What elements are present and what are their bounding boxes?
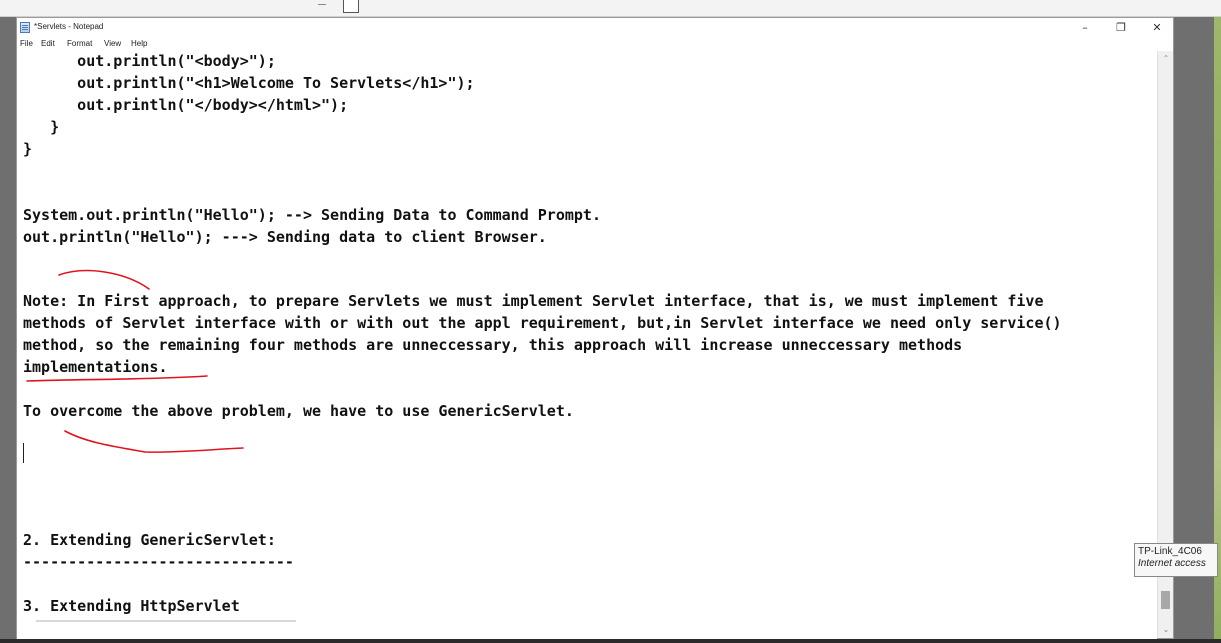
background-dash — [318, 4, 326, 5]
taskbar-highlight — [36, 620, 296, 622]
background-app-strip — [0, 0, 1221, 17]
annotation-stroke — [58, 269, 150, 290]
window-title: *Servlets - Notepad — [34, 22, 104, 31]
editor-line: 2. Extending GenericServlet: — [23, 531, 276, 549]
text-caret — [23, 443, 24, 463]
taskbar-edge — [0, 639, 1221, 643]
close-button[interactable]: ✕ — [1139, 18, 1175, 38]
editor-line: out.println("Hello"); ---> Sending data … — [23, 228, 547, 246]
network-status: Internet access — [1138, 558, 1206, 569]
text-editor[interactable]: out.println("<body>"); out.println("<h1>… — [17, 51, 1157, 640]
editor-line: } — [23, 118, 60, 136]
menu-help[interactable]: Help — [131, 39, 147, 48]
title-bar[interactable]: *Servlets - Notepad – ❐ ✕ — [17, 18, 1173, 38]
editor-line: To overcome the above problem, we have t… — [23, 402, 574, 420]
scroll-thumb[interactable] — [1161, 591, 1170, 609]
network-name: TP-Link_4C06 — [1138, 546, 1202, 557]
editor-line: implementations. — [23, 358, 168, 376]
notepad-icon[interactable] — [20, 22, 30, 33]
editor-line: System.out.println("Hello"); --> Sending… — [23, 206, 601, 224]
menu-edit[interactable]: Edit — [41, 39, 55, 48]
notepad-window: *Servlets - Notepad – ❐ ✕ File Edit Form… — [16, 17, 1174, 640]
menu-format[interactable]: Format — [67, 39, 92, 48]
menu-bar: File Edit Format View Help — [17, 38, 1173, 51]
menu-view[interactable]: View — [104, 39, 121, 48]
editor-line: method, so the remaining four methods ar… — [23, 336, 963, 354]
maximize-button[interactable]: ❐ — [1103, 18, 1139, 38]
menu-file[interactable]: File — [20, 39, 33, 48]
network-tooltip: TP-Link_4C06 Internet access — [1134, 543, 1218, 577]
editor-line: Note: In First approach, to prepare Serv… — [23, 292, 1044, 310]
minimize-button[interactable]: – — [1067, 18, 1103, 38]
scroll-down-arrow-icon[interactable]: ⌄ — [1158, 622, 1174, 638]
scroll-up-arrow-icon[interactable]: ⌃ — [1158, 51, 1174, 67]
editor-line: out.println("<h1>Welcome To Servlets</h1… — [23, 74, 475, 92]
editor-line: ------------------------------ — [23, 553, 294, 571]
editor-line: methods of Servlet interface with or wit… — [23, 314, 1062, 332]
editor-line: } — [23, 140, 33, 158]
editor-line: out.println("</body></html>"); — [23, 96, 349, 114]
editor-line: 3. Extending HttpServlet — [23, 597, 240, 615]
editor-line: out.println("<body>"); — [23, 52, 276, 70]
background-app-icon — [343, 0, 359, 13]
annotation-stroke — [64, 430, 244, 453]
